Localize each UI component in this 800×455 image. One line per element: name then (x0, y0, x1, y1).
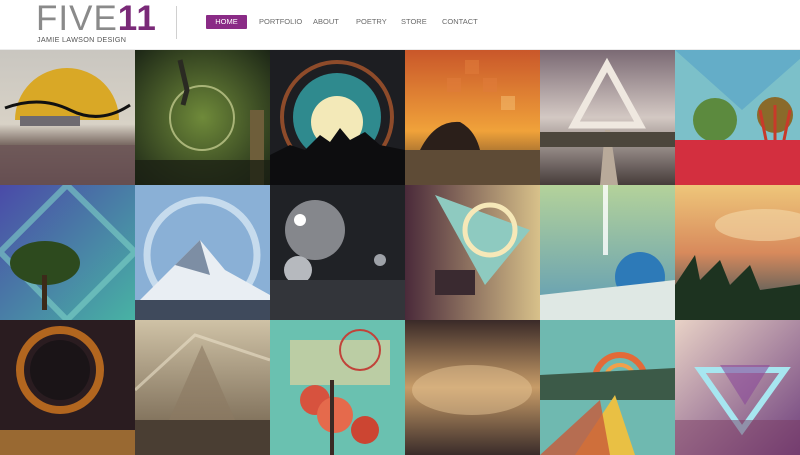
gallery-tile-16[interactable] (405, 320, 540, 455)
logo-word: FIVE (36, 0, 118, 38)
header-divider (176, 6, 177, 39)
gallery-artwork (135, 185, 270, 320)
gallery-tile-1[interactable] (0, 50, 135, 185)
nav-poetry[interactable]: POETRY (356, 15, 387, 29)
nav-contact[interactable]: CONTACT (442, 15, 478, 29)
nav-about[interactable]: ABOUT (313, 15, 339, 29)
gallery-artwork (405, 50, 540, 185)
gallery-artwork (405, 320, 540, 455)
gallery-tile-14[interactable] (135, 320, 270, 455)
gallery-artwork (540, 50, 675, 185)
logo-subtitle: JAMIE LAWSON DESIGN (37, 35, 127, 44)
gallery-tile-4[interactable] (405, 50, 540, 185)
gallery-artwork (405, 185, 540, 320)
gallery-tile-3[interactable] (270, 50, 405, 185)
gallery-tile-12[interactable] (675, 185, 800, 320)
gallery-tile-18[interactable] (675, 320, 800, 455)
nav-home[interactable]: HOME (206, 15, 247, 29)
gallery-tile-10[interactable] (405, 185, 540, 320)
nav-portfolio[interactable]: PORTFOLIO (259, 15, 302, 29)
site-logo[interactable]: FIVE11 JAMIE LAWSON DESIGN (36, 1, 156, 45)
gallery-artwork (270, 50, 405, 185)
gallery-tile-8[interactable] (135, 185, 270, 320)
logo-wordmark: FIVE11 (36, 1, 157, 37)
logo-number: 11 (117, 0, 157, 38)
gallery-artwork (0, 50, 135, 185)
gallery-artwork (675, 320, 800, 455)
gallery-artwork (270, 320, 405, 455)
nav-store[interactable]: STORE (401, 15, 427, 29)
gallery-artwork (540, 320, 675, 455)
gallery-artwork (0, 185, 135, 320)
gallery-artwork (675, 185, 800, 320)
gallery-artwork (0, 320, 135, 455)
gallery-tile-11[interactable] (540, 185, 675, 320)
gallery-tile-9[interactable] (270, 185, 405, 320)
gallery-artwork (270, 185, 405, 320)
gallery-tile-7[interactable] (0, 185, 135, 320)
gallery-tile-13[interactable] (0, 320, 135, 455)
portfolio-gallery (0, 50, 800, 455)
gallery-artwork (135, 320, 270, 455)
gallery-artwork (540, 185, 675, 320)
gallery-artwork (675, 50, 800, 185)
gallery-tile-2[interactable] (135, 50, 270, 185)
site-header: FIVE11 JAMIE LAWSON DESIGN HOME PORTFOLI… (0, 0, 800, 50)
gallery-artwork (135, 50, 270, 185)
gallery-tile-6[interactable] (675, 50, 800, 185)
gallery-tile-5[interactable] (540, 50, 675, 185)
gallery-tile-15[interactable] (270, 320, 405, 455)
gallery-tile-17[interactable] (540, 320, 675, 455)
